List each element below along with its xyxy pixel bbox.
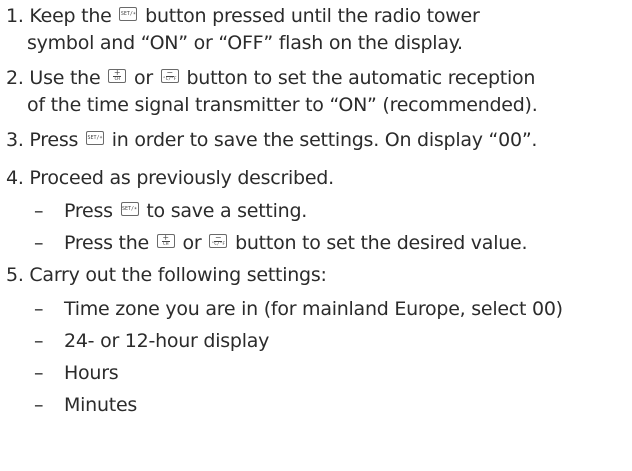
step-4-sub-1-text-a: Press <box>64 200 119 222</box>
plus-ch-button-icon: + CH <box>108 69 127 83</box>
step-2-line-2: of the time signal transmitter to “ON” (… <box>27 93 538 117</box>
set-light-button-icon: SET/☀ <box>120 202 139 216</box>
step-2-line-1: 2. Use the + CH or − °C/°F button to set t… <box>6 66 535 90</box>
minus-cf-button-icon: − °C/°F <box>160 69 179 83</box>
step-5-line-1: 5. Carry out the following settings: <box>6 263 327 287</box>
step-4-sub-2: – Press the + CH or − °C/°F button to set t… <box>34 231 527 255</box>
step-5-sub-1: – Time zone you are in (for mainland Euro… <box>34 297 563 321</box>
step-2-text-b: or <box>128 67 159 89</box>
step-3-text-b: in order to save the settings. On displa… <box>105 129 538 151</box>
step-4-sub-1-text-b: to save a setting. <box>140 200 308 222</box>
step-1-line-2: symbol and “ON” or “OFF” flash on the di… <box>27 31 463 55</box>
step-5-sub-4: – Minutes <box>34 393 137 417</box>
plus-ch-button-icon: + CH <box>156 234 175 248</box>
set-light-button-icon: SET/☀ <box>85 131 104 145</box>
step-2-text-a: 2. Use the <box>6 67 107 89</box>
step-1-text-b: button pressed until the radio tower <box>139 5 480 27</box>
dash-bullet: – <box>34 362 44 384</box>
step-5-sub-1-text: Time zone you are in (for mainland Europ… <box>64 298 563 320</box>
step-4-sub-2-text-b: or <box>176 232 208 254</box>
step-4-line-1: 4. Proceed as previously described. <box>6 166 334 190</box>
dash-bullet: – <box>34 200 44 222</box>
dash-bullet: – <box>34 394 44 416</box>
step-5-sub-4-text: Minutes <box>64 394 138 416</box>
step-4-text: 4. Proceed as previously described. <box>6 167 334 189</box>
step-4-sub-2-text-c: button to set the desired value. <box>229 232 528 254</box>
step-5-sub-2-text: 24- or 12-hour display <box>64 330 270 352</box>
minus-cf-button-icon: − °C/°F <box>209 234 228 248</box>
set-light-button-icon: SET/☀ <box>119 7 138 21</box>
step-1-text-c: symbol and “ON” or “OFF” flash on the di… <box>27 32 463 54</box>
step-1-text-a: 1. Keep the <box>6 5 118 27</box>
step-5-sub-2: –24- or 12-hour display <box>34 329 269 353</box>
step-1-line-1: 1. Keep the SET/☀ button pressed until t… <box>6 4 480 28</box>
dash-bullet: – <box>34 298 44 320</box>
step-2-text-d: of the time signal transmitter to “ON” (… <box>27 94 538 116</box>
dash-bullet: – <box>34 330 44 352</box>
step-4-sub-1: – Press SET/☀ to save a setting. <box>34 199 307 223</box>
step-2-text-c: button to set the automatic reception <box>180 67 536 89</box>
dash-bullet: – <box>34 232 44 254</box>
step-3-text-a: 3. Press <box>6 129 84 151</box>
step-5-text: 5. Carry out the following settings: <box>6 264 327 286</box>
step-4-sub-2-text-a: Press the <box>64 232 155 254</box>
step-3-line-1: 3. Press SET/☀ in order to save the sett… <box>6 128 537 152</box>
step-5-sub-3-text: Hours <box>64 362 119 384</box>
step-5-sub-3: – Hours <box>34 361 119 385</box>
